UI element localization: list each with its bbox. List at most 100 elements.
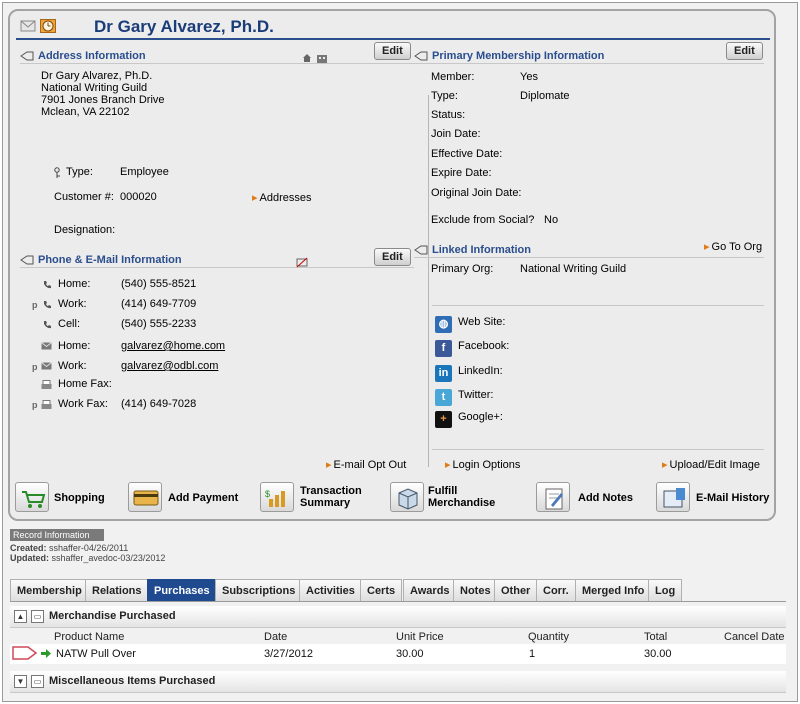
credit-card-icon[interactable] (128, 482, 162, 512)
collapse-arrow-icon[interactable] (20, 51, 34, 62)
expire-date-label: Expire Date: (431, 167, 492, 179)
cell-unit-price: 30.00 (396, 648, 424, 660)
collapse-up-icon[interactable]: ▲ (14, 610, 27, 623)
arrow-right-icon[interactable] (40, 648, 52, 662)
tab-certs[interactable]: Certs (360, 579, 403, 601)
tab-subscriptions[interactable]: Subscriptions (215, 579, 303, 601)
membership-edit-button[interactable]: Edit (726, 42, 763, 60)
address-line-4: Mclean, VA 22102 (41, 106, 130, 118)
home-email-link[interactable]: galvarez@home.com (121, 340, 225, 352)
linkedin-icon[interactable]: in (435, 365, 452, 382)
work-email-label: Work: (58, 360, 87, 372)
home-phone-value: (540) 555-8521 (121, 278, 197, 290)
type-value: Employee (120, 166, 169, 178)
collapse-arrow-icon[interactable] (414, 51, 428, 62)
designation-label: Designation: (54, 224, 116, 236)
tab-corr[interactable]: Corr. (536, 579, 576, 601)
mail-icon[interactable] (20, 19, 36, 33)
tab-bar: Membership Relations Purchases Subscript… (10, 578, 786, 602)
cell-total: 30.00 (644, 648, 672, 660)
phone-icon (42, 320, 52, 333)
google-plus-icon[interactable]: + (435, 411, 452, 428)
tab-notes[interactable]: Notes (453, 579, 498, 601)
globe-icon[interactable]: ◍ (435, 316, 452, 333)
linkedin-label: LinkedIn: (458, 365, 503, 377)
cell-date: 3/27/2012 (264, 648, 313, 660)
work-fax-label: Work Fax: (58, 398, 108, 410)
login-options-link[interactable]: Login Options (445, 458, 521, 471)
divider (432, 305, 764, 306)
tab-activities[interactable]: Activities (299, 579, 362, 601)
window-icon[interactable]: ▭ (31, 610, 44, 623)
email-history-icon[interactable] (656, 482, 690, 512)
merchandise-group-header: ▲ ▭ Merchandise Purchased (10, 606, 786, 628)
website-label: Web Site: (458, 316, 506, 328)
addresses-link[interactable]: Addresses (252, 191, 312, 204)
add-payment-button[interactable]: Add Payment (168, 492, 238, 504)
notes-icon[interactable] (536, 482, 570, 512)
transaction-summary-button[interactable]: Transaction Summary (300, 485, 362, 509)
clock-icon[interactable] (40, 19, 56, 33)
join-date-label: Join Date: (431, 128, 481, 140)
phone-section-title: Phone & E-Mail Information (38, 254, 182, 266)
membership-section-header: Primary Membership Information (414, 48, 764, 64)
primary-org-label: Primary Org: (431, 263, 494, 275)
twitter-icon[interactable]: t (435, 389, 452, 406)
record-info-title: Record Information (10, 529, 104, 541)
svg-text:$: $ (265, 489, 270, 499)
misc-title: Miscellaneous Items Purchased (49, 675, 216, 687)
tab-relations[interactable]: Relations (85, 579, 149, 601)
phone-section-header: Phone & E-Mail Information (20, 252, 414, 268)
work-phone-label: Work: (58, 298, 87, 310)
divider (432, 449, 764, 450)
original-join-date-label: Original Join Date: (431, 187, 522, 199)
add-notes-button[interactable]: Add Notes (578, 492, 633, 504)
fulfill-merchandise-button[interactable]: Fulfill Merchandise (428, 485, 495, 509)
merchandise-title: Merchandise Purchased (49, 610, 176, 622)
twitter-label: Twitter: (458, 389, 494, 401)
fax-icon (41, 400, 52, 413)
exclude-social-label: Exclude from Social? (431, 214, 535, 226)
linked-section-title: Linked Information (432, 244, 531, 256)
col-cancel-date: Cancel Date (724, 631, 785, 643)
email-history-button[interactable]: E-Mail History (696, 492, 769, 504)
shopping-button[interactable]: Shopping (54, 492, 105, 504)
exclude-social-value: No (544, 214, 559, 226)
collapse-arrow-icon[interactable] (20, 255, 34, 266)
membership-type-label: Type: (431, 90, 458, 102)
cell-product: NATW Pull Over (56, 648, 136, 660)
address-edit-button[interactable]: Edit (374, 42, 411, 60)
misc-group-header: ▼ ▭ Miscellaneous Items Purchased (10, 671, 786, 693)
cart-icon[interactable] (15, 482, 49, 512)
home-email-label: Home: (58, 340, 91, 352)
primary-org-value: National Writing Guild (520, 263, 627, 275)
expand-down-icon[interactable]: ▼ (14, 675, 27, 688)
upload-image-link[interactable]: Upload/Edit Image (662, 458, 761, 471)
email-opt-out-link[interactable]: E-mail Opt Out (326, 458, 407, 471)
phone-edit-button[interactable]: Edit (374, 248, 411, 266)
collapse-arrow-icon[interactable] (414, 245, 428, 256)
tab-purchases[interactable]: Purchases (147, 579, 217, 601)
tab-membership[interactable]: Membership (10, 579, 89, 601)
facebook-icon[interactable]: f (435, 340, 452, 357)
tab-log[interactable]: Log (648, 579, 683, 601)
primary-marker: p (32, 300, 38, 310)
bar-chart-icon[interactable]: $ (260, 482, 294, 512)
member-label: Member: (431, 71, 475, 83)
effective-date-label: Effective Date: (431, 148, 503, 160)
cell-phone-label: Cell: (58, 318, 81, 330)
type-label: Type: (66, 166, 93, 178)
window-icon[interactable]: ▭ (31, 675, 44, 688)
work-email-link[interactable]: galvarez@odbl.com (121, 360, 218, 372)
phone-icon (42, 300, 52, 313)
go-to-org-link[interactable]: Go To Org (704, 240, 763, 253)
primary-marker: p (32, 400, 38, 410)
cell-phone-value: (540) 555-2233 (121, 318, 197, 330)
tab-other[interactable]: Other (494, 579, 538, 601)
tab-merged-info[interactable]: Merged Info (575, 579, 652, 601)
box-icon[interactable] (390, 482, 424, 512)
tab-awards[interactable]: Awards (403, 579, 457, 601)
column-divider (428, 95, 429, 467)
primary-marker: p (32, 362, 38, 372)
col-total: Total (644, 631, 668, 643)
